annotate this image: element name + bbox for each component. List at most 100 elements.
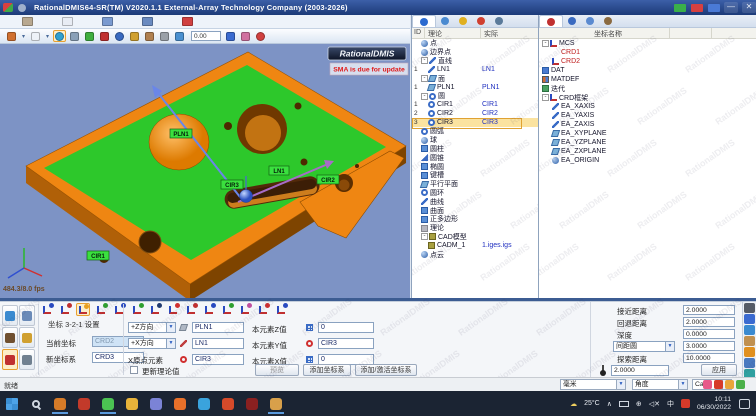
update-alert-banner[interactable]: SMA is due for update xyxy=(330,63,408,75)
probe-param-field[interactable]: 2.0000 xyxy=(683,317,735,327)
feature-row[interactable]: 1PLN1PLN1 xyxy=(412,83,538,92)
close-button[interactable]: ✕ xyxy=(742,2,756,13)
coordinate-row[interactable]: MATDEF xyxy=(539,75,756,84)
coordinate-row[interactable]: EA_ORIGIN xyxy=(539,156,756,165)
tab-coord-grid[interactable] xyxy=(581,15,599,27)
ribbon-palette-tab[interactable] xyxy=(174,15,200,28)
cursor-dropdown[interactable]: ▾ xyxy=(44,30,51,42)
axis-display-button[interactable] xyxy=(98,30,111,42)
axis-value-field[interactable]: 0 xyxy=(318,322,374,333)
add-coord-button[interactable]: 添加坐标系 xyxy=(303,364,351,376)
coord-axis-plane[interactable] xyxy=(130,303,144,316)
ribbon-monitor-tab[interactable] xyxy=(134,15,160,28)
clearance-dropdown[interactable]: 间距圆▼ xyxy=(613,341,675,352)
coordinate-row[interactable]: CRD2 xyxy=(539,57,756,66)
vt-printer[interactable] xyxy=(744,303,755,313)
tab-coord-cube[interactable] xyxy=(599,15,617,27)
taskbar-security[interactable] xyxy=(72,393,96,414)
taskbar-explorer[interactable] xyxy=(120,393,144,414)
eye-visibility-button[interactable] xyxy=(113,30,126,42)
tab-elements[interactable] xyxy=(436,15,454,27)
direction-dropdown[interactable]: +Z方向▼ xyxy=(128,322,176,333)
vt-probe[interactable] xyxy=(744,358,755,368)
coord-clean[interactable] xyxy=(238,303,252,316)
label-pln1[interactable]: PLN1 xyxy=(170,129,192,138)
coordinate-row[interactable]: EA_XYPLANE xyxy=(539,129,756,138)
probe-param-field[interactable]: 10.0000 xyxy=(683,353,735,363)
tree-collapse-toggle[interactable]: - xyxy=(542,94,549,101)
label-cir2[interactable]: CIR2 xyxy=(317,175,339,184)
vt-probe-blue[interactable] xyxy=(744,314,755,324)
coordinate-row[interactable]: EA_ZAXIS xyxy=(539,120,756,129)
temperature-readout[interactable]: 25°C xyxy=(584,400,600,407)
apply-button[interactable]: 应用 xyxy=(701,364,737,376)
taskbar-telegram[interactable] xyxy=(192,393,216,414)
ribbon-print-tab[interactable] xyxy=(14,15,40,28)
titlebar-tool-icon-2[interactable] xyxy=(708,4,720,12)
coordinate-row[interactable]: EA_XAXIS xyxy=(539,102,756,111)
ribbon-grid-tab[interactable] xyxy=(94,15,120,28)
home-dropdown[interactable]: ▾ xyxy=(20,30,27,42)
feature-row[interactable]: 点云 xyxy=(412,250,538,259)
rotate-view-button[interactable] xyxy=(53,30,66,42)
tab-features[interactable] xyxy=(412,15,436,27)
element-field[interactable]: CIR3 xyxy=(192,354,244,365)
coordinate-row[interactable]: -MCS xyxy=(539,39,756,48)
probe-param-field[interactable]: 3.0000 xyxy=(683,341,735,351)
titlebar-tool-icon-1[interactable] xyxy=(691,4,703,12)
taskbar-teams[interactable] xyxy=(144,393,168,414)
shaded-view-button[interactable] xyxy=(83,30,96,42)
coordinate-row[interactable]: EA_YZPLANE xyxy=(539,138,756,147)
tree-collapse-toggle[interactable]: - xyxy=(542,40,549,47)
taskbar-search-button[interactable] xyxy=(24,393,48,414)
select-cursor-button[interactable] xyxy=(29,30,42,42)
taskbar-app-dark-red[interactable] xyxy=(240,393,264,414)
label-cir1[interactable]: CIR1 xyxy=(87,251,109,260)
taskbar-wechat[interactable] xyxy=(96,393,120,414)
cylinder-button[interactable] xyxy=(158,30,171,42)
feature-row[interactable]: 理论 xyxy=(412,224,538,233)
pink-box-button[interactable] xyxy=(239,30,252,42)
angle-dropdown[interactable]: 角度▼ xyxy=(632,379,688,390)
col-coord-name[interactable]: 坐标名称 xyxy=(594,29,622,39)
volume-muted-icon[interactable]: ◁✕ xyxy=(649,400,660,408)
units-dropdown[interactable]: 毫米▼ xyxy=(560,379,626,390)
vt-hand[interactable] xyxy=(744,336,755,346)
direction-dropdown[interactable]: +X方向▼ xyxy=(128,338,176,349)
coordinate-row[interactable]: CRD1 xyxy=(539,48,756,57)
notification-center-icon[interactable] xyxy=(739,399,750,409)
coord-axis-rotate[interactable] xyxy=(58,303,72,316)
element-field[interactable]: PLN1 xyxy=(192,322,244,333)
tree-collapse-toggle[interactable]: - xyxy=(421,93,428,100)
tree-collapse-toggle[interactable]: - xyxy=(421,57,428,64)
ribbon-document-tab[interactable] xyxy=(54,15,80,28)
origin-sphere[interactable] xyxy=(240,190,253,203)
battery-icon[interactable] xyxy=(619,401,629,407)
status-indicator-icon-1[interactable] xyxy=(714,380,723,389)
viewport-canvas[interactable]: PLN1 CIR3 LN1 CIR2 CIR1 xyxy=(0,44,410,298)
dome-boss[interactable] xyxy=(149,114,209,170)
taskbar-app-red-ball[interactable] xyxy=(216,393,240,414)
taskbar-firefox[interactable] xyxy=(168,393,192,414)
coordinate-row[interactable]: EA_YAXIS xyxy=(539,111,756,120)
element-field[interactable]: LN1 xyxy=(192,338,244,349)
coordinate-row[interactable]: DAT xyxy=(539,66,756,75)
coord-offset[interactable] xyxy=(184,303,198,316)
tab-filter-yellow[interactable] xyxy=(454,15,472,27)
label-ln1[interactable]: LN1 xyxy=(269,166,289,175)
feature-row[interactable]: -直线 xyxy=(412,57,538,66)
status-indicator-icon-3[interactable] xyxy=(736,380,745,389)
axis-value-field[interactable]: CIR3 xyxy=(318,338,374,349)
feature-row[interactable]: -CAD模型 xyxy=(412,233,538,242)
vt-gear[interactable] xyxy=(744,347,755,357)
coordinate-row[interactable]: -CRD框架 xyxy=(539,93,756,102)
marquee-select-button[interactable] xyxy=(68,30,81,42)
coord-bestfit[interactable] xyxy=(94,303,108,316)
coord-cube-green[interactable] xyxy=(220,303,234,316)
col-actual[interactable]: 实际 xyxy=(484,29,498,39)
coord-321-setup[interactable] xyxy=(76,303,90,316)
feature-row[interactable]: -面 xyxy=(412,74,538,83)
coord-axis-basic[interactable] xyxy=(40,303,54,316)
coord-frame[interactable] xyxy=(202,303,216,316)
feature-row[interactable]: -圆 xyxy=(412,92,538,101)
